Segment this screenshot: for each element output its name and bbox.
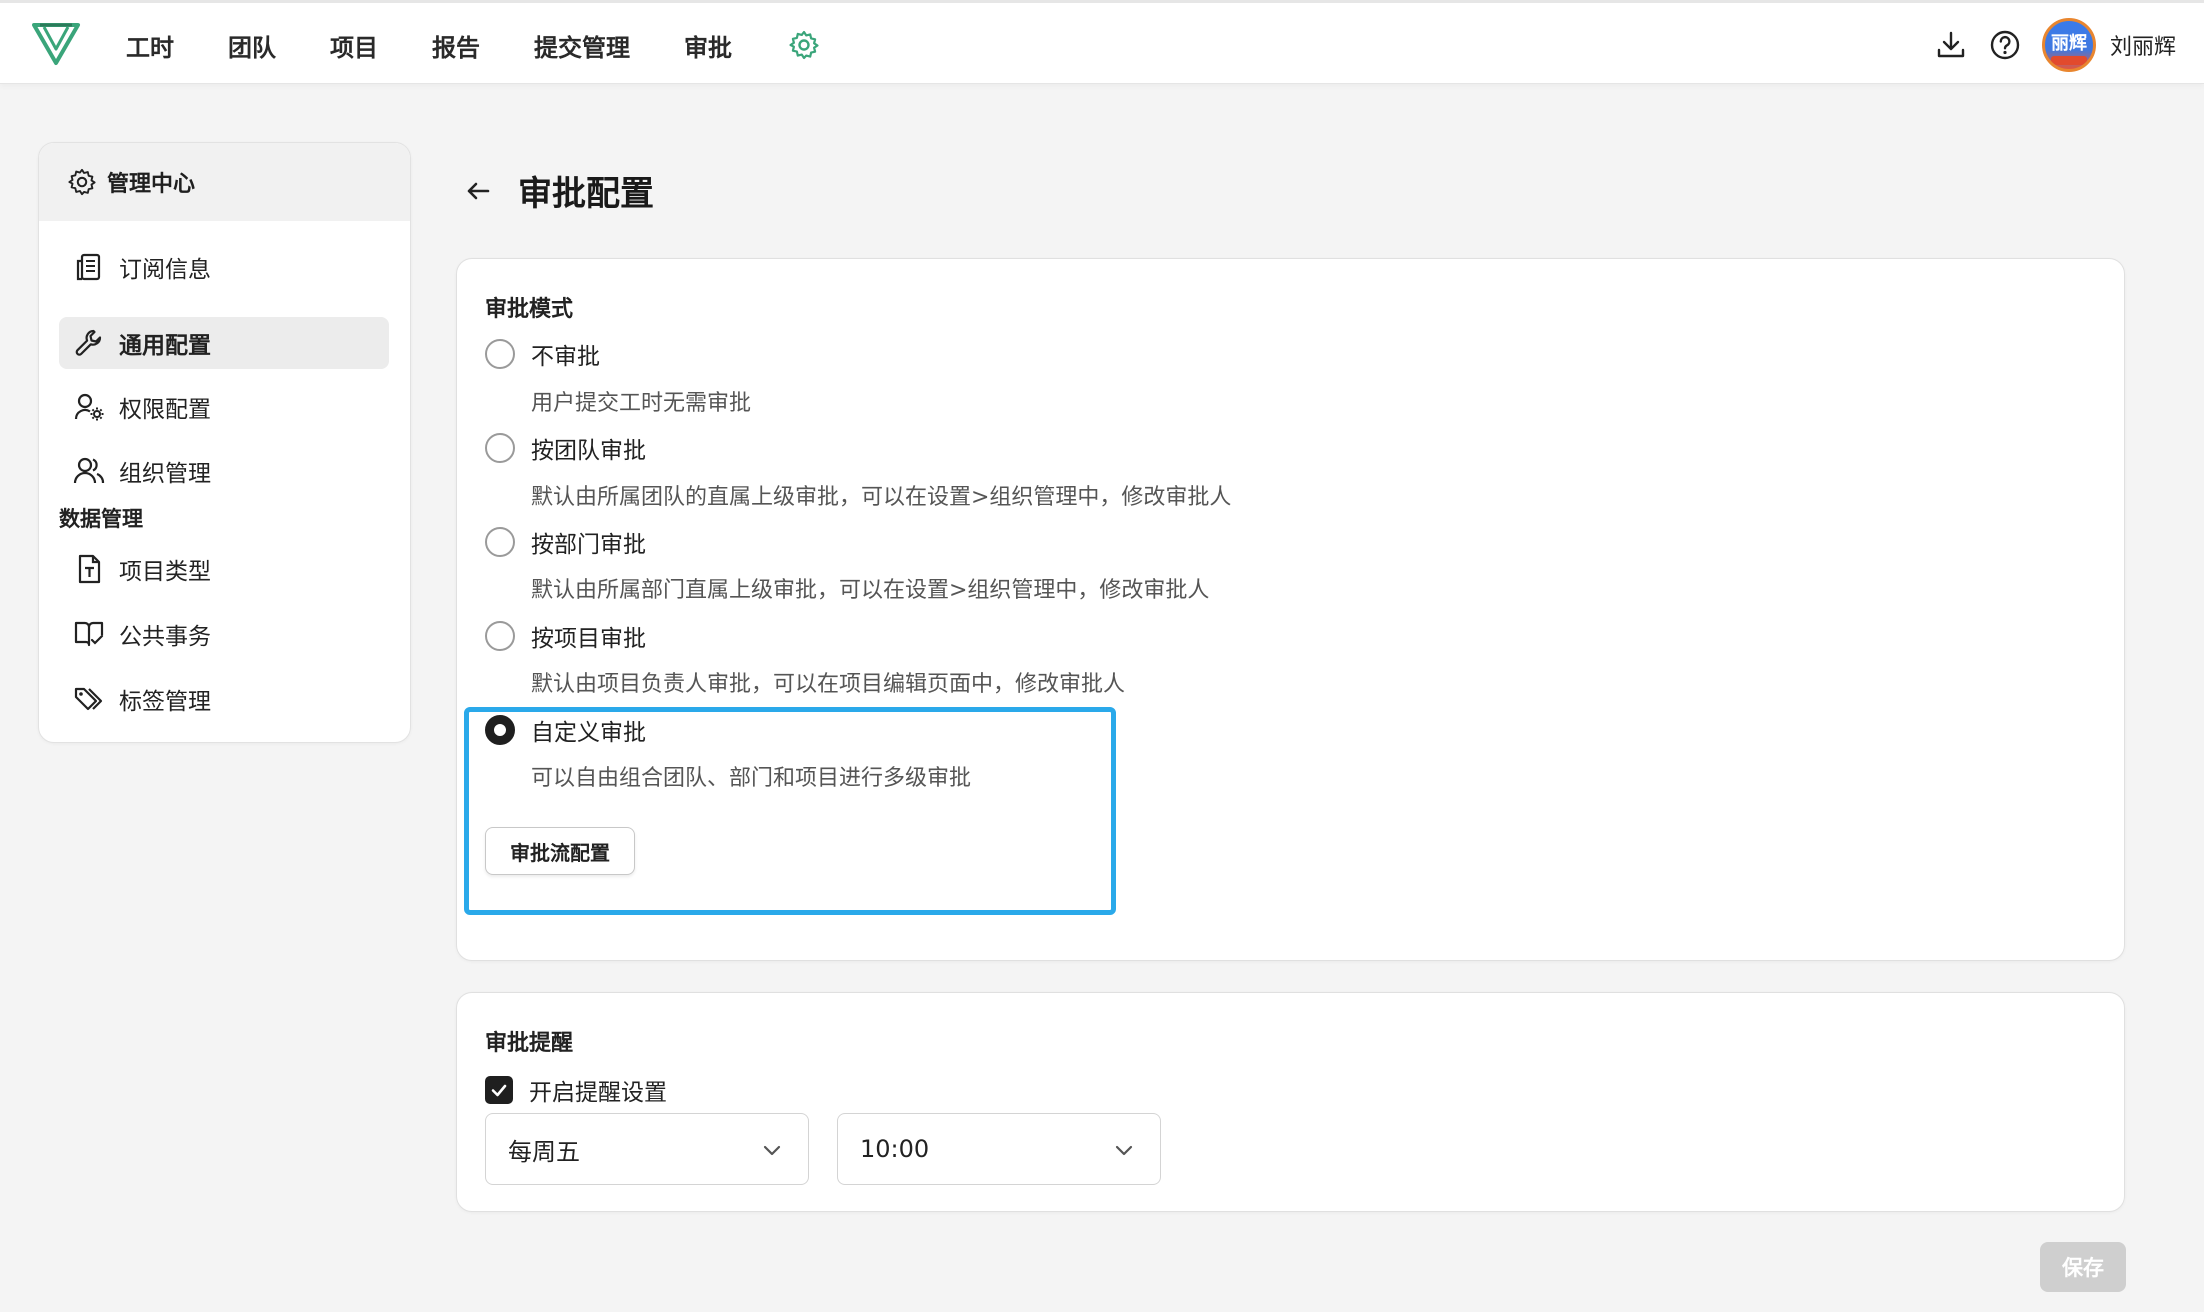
- arrow-left-icon[interactable]: [462, 175, 494, 207]
- sidebar-item-label: 组织管理: [119, 461, 211, 487]
- sidebar-item-label: 订阅信息: [119, 257, 211, 283]
- approval-mode-label: 审批模式: [485, 297, 574, 322]
- sidebar-item-label: 通用配置: [119, 333, 211, 359]
- sidebar-item-permissions[interactable]: 权限配置: [59, 381, 389, 433]
- sidebar-item-organization[interactable]: 组织管理: [59, 445, 389, 497]
- radio-description: 用户提交工时无需审批: [531, 391, 752, 416]
- download-icon[interactable]: [1934, 28, 1968, 62]
- sidebar-item-tags[interactable]: 标签管理: [59, 673, 389, 725]
- admin-sidebar: 管理中心 订阅信息 通用配置 权限配置 组织管理 数据管理 项目类型 公共事务 …: [38, 142, 411, 743]
- book-check-icon: [74, 621, 104, 647]
- radio-label: 按团队审批: [531, 438, 646, 464]
- page-title: 审批配置: [518, 174, 654, 214]
- radio-button[interactable]: [485, 339, 515, 369]
- wrench-icon: [75, 329, 102, 356]
- check-icon: [491, 1084, 507, 1097]
- v-logo-icon[interactable]: [30, 19, 82, 67]
- nav-item-team[interactable]: 团队: [228, 28, 276, 63]
- radio-button[interactable]: [485, 527, 515, 557]
- reminder-time-select[interactable]: 10:00: [837, 1113, 1161, 1185]
- approval-reminder-label: 审批提醒: [485, 1031, 574, 1056]
- approval-reminder-card: 审批提醒 开启提醒设置 每周五 10:00: [456, 992, 2125, 1212]
- gear-icon[interactable]: [788, 29, 820, 61]
- sidebar-header: 管理中心: [39, 143, 410, 221]
- file-type-icon: [78, 554, 101, 584]
- radio-label: 自定义审批: [531, 720, 646, 746]
- radio-custom-approval[interactable]: 自定义审批: [485, 713, 646, 747]
- approval-flow-config-button[interactable]: 审批流配置: [485, 827, 635, 875]
- sidebar-item-label: 标签管理: [119, 689, 211, 715]
- sidebar-item-label: 公共事务: [119, 624, 211, 650]
- avatar-badge: [2050, 56, 2087, 65]
- radio-label: 按部门审批: [531, 532, 646, 558]
- help-icon[interactable]: [1988, 28, 2022, 62]
- page-title-row: 审批配置: [462, 166, 654, 215]
- nav-item-submission[interactable]: 提交管理: [534, 28, 630, 63]
- radio-label: 不审批: [531, 344, 600, 370]
- sidebar-item-label: 项目类型: [119, 559, 211, 585]
- radio-button[interactable]: [485, 433, 515, 463]
- sidebar-item-public-affairs[interactable]: 公共事务: [59, 608, 389, 660]
- select-value: 每周五: [508, 1137, 580, 1166]
- radio-description: 可以自由组合团队、部门和项目进行多级审批: [531, 766, 972, 791]
- avatar[interactable]: 丽辉: [2041, 18, 2096, 72]
- subscription-icon: [76, 253, 101, 281]
- radio-label: 按项目审批: [531, 626, 646, 652]
- sidebar-item-general-config[interactable]: 通用配置: [59, 317, 389, 369]
- radio-button-checked[interactable]: [485, 715, 515, 745]
- tags-icon: [74, 687, 103, 711]
- enable-reminder-checkbox[interactable]: [485, 1076, 513, 1104]
- radio-project-approval[interactable]: 按项目审批: [485, 619, 646, 653]
- select-value: 10:00: [860, 1135, 930, 1163]
- avatar-text: 丽辉: [2050, 33, 2087, 54]
- sidebar-item-label: 权限配置: [119, 397, 211, 423]
- header-actions: 丽辉 刘丽辉: [1914, 3, 2176, 87]
- user-gear-icon: [74, 393, 104, 421]
- gear-icon: [68, 168, 96, 196]
- chevron-down-icon: [1115, 1145, 1133, 1156]
- sidebar-group-data-management: 数据管理: [59, 507, 143, 531]
- chevron-down-icon: [763, 1145, 781, 1156]
- sidebar-item-subscription[interactable]: 订阅信息: [59, 241, 389, 293]
- nav-item-approval[interactable]: 审批: [684, 28, 732, 63]
- sidebar-item-project-types[interactable]: 项目类型: [59, 543, 389, 595]
- radio-team-approval[interactable]: 按团队审批: [485, 431, 646, 465]
- reminder-day-select[interactable]: 每周五: [485, 1113, 809, 1185]
- radio-description: 默认由所属部门直属上级审批，可以在设置>组织管理中，修改审批人: [531, 578, 1210, 603]
- users-icon: [73, 457, 105, 484]
- user-name[interactable]: 刘丽辉: [2110, 29, 2176, 61]
- main-nav: 工时 团队 项目 报告 提交管理 审批: [126, 3, 820, 87]
- radio-description: 默认由项目负责人审批，可以在项目编辑页面中，修改审批人: [531, 672, 1126, 697]
- sidebar-title: 管理中心: [107, 172, 196, 197]
- approval-mode-card: 审批模式 不审批 用户提交工时无需审批 按团队审批 默认由所属团队的直属上级审批…: [456, 258, 2125, 961]
- top-navigation-bar: 工时 团队 项目 报告 提交管理 审批 丽辉 刘丽辉: [0, 0, 2204, 84]
- save-button[interactable]: 保存: [2040, 1242, 2126, 1292]
- checkbox-label: 开启提醒设置: [529, 1080, 667, 1106]
- radio-no-approval[interactable]: 不审批: [485, 337, 600, 371]
- enable-reminder-checkbox-row[interactable]: 开启提醒设置: [485, 1073, 667, 1107]
- nav-item-project[interactable]: 项目: [330, 28, 378, 63]
- radio-button[interactable]: [485, 621, 515, 651]
- nav-item-timesheet[interactable]: 工时: [126, 28, 174, 63]
- radio-department-approval[interactable]: 按部门审批: [485, 525, 646, 559]
- radio-description: 默认由所属团队的直属上级审批，可以在设置>组织管理中，修改审批人: [531, 485, 1232, 510]
- nav-item-report[interactable]: 报告: [432, 28, 480, 63]
